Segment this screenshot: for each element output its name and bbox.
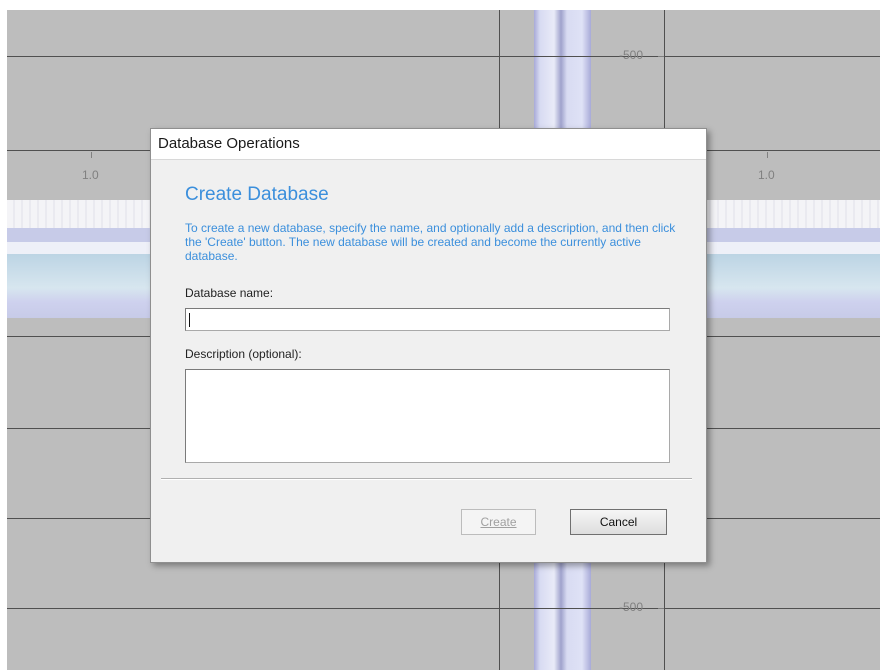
tick-mark (658, 56, 664, 57)
database-name-label: Database name: (185, 286, 274, 300)
y-tick-label: -500 (619, 48, 644, 62)
cancel-button-label: Cancel (599, 515, 638, 529)
tick-mark (91, 152, 92, 158)
grid-line (7, 56, 880, 57)
dialog-title: Database Operations (158, 135, 300, 152)
x-tick-label: 1.0 (758, 168, 775, 182)
description-textarea[interactable] (185, 369, 670, 463)
dialog-heading: Create Database (185, 184, 329, 205)
dialog-instructions: To create a new database, specify the na… (185, 221, 676, 263)
create-button[interactable]: Create (461, 509, 536, 535)
grid-line (7, 608, 880, 609)
cancel-button[interactable]: Cancel (570, 509, 667, 535)
database-operations-dialog: Database Operations Create Database To c… (150, 128, 707, 563)
text-caret (189, 313, 190, 327)
create-button-label: Create (480, 515, 517, 529)
tick-mark (658, 608, 664, 609)
tick-mark (767, 152, 768, 158)
x-tick-label: 1.0 (82, 168, 99, 182)
vertical-track-top (534, 10, 591, 138)
vertical-track-bottom (534, 562, 591, 670)
dialog-divider (161, 478, 692, 480)
database-name-input[interactable] (185, 308, 670, 331)
description-label: Description (optional): (185, 347, 302, 361)
dialog-titlebar[interactable]: Database Operations (151, 129, 706, 160)
y-tick-label: -500 (619, 600, 644, 614)
